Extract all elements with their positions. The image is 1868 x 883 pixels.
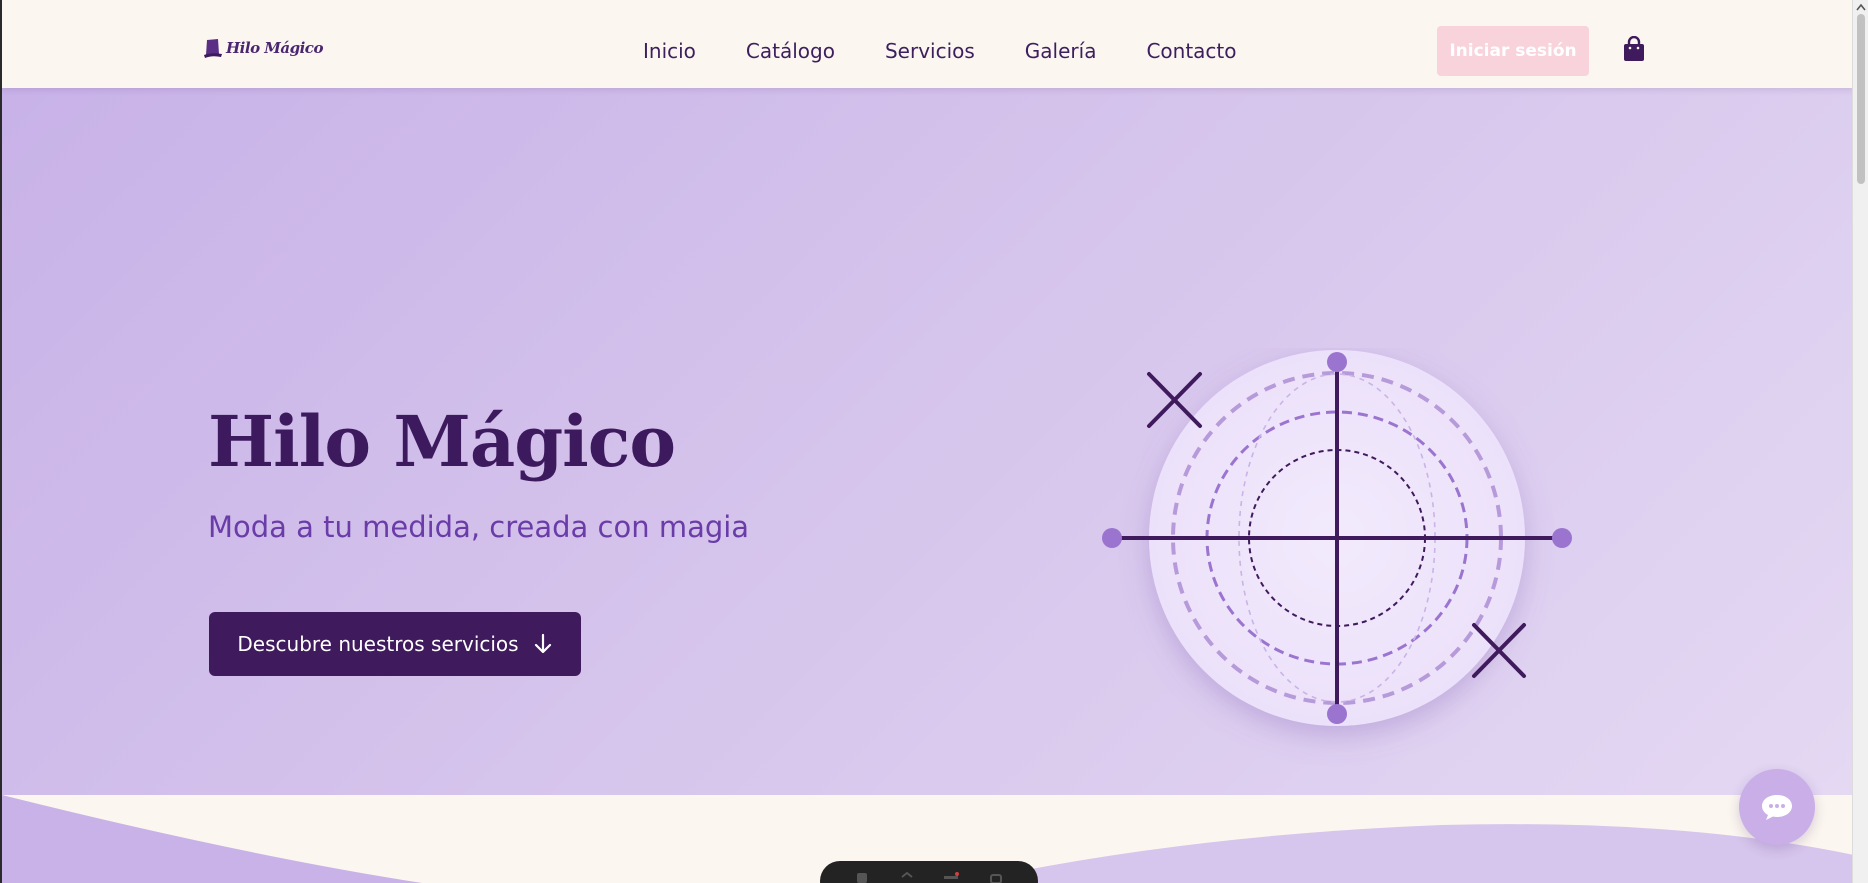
nav-item-catalogo[interactable]: Catálogo (746, 38, 835, 64)
top-hat-icon (204, 39, 222, 58)
page: Hilo Mágico Inicio Catálogo Servicios Ga… (0, 0, 1868, 883)
login-button[interactable]: Iniciar sesión (1437, 26, 1589, 76)
chat-button[interactable] (1739, 769, 1815, 845)
logo-link[interactable]: Hilo Mágico (204, 34, 323, 62)
shopping-bag-icon[interactable] (1622, 36, 1646, 62)
nav-item-contacto[interactable]: Contacto (1146, 38, 1236, 64)
scrollbar-thumb[interactable] (1857, 14, 1865, 184)
site-header: Hilo Mágico Inicio Catálogo Servicios Ga… (2, 0, 1854, 88)
floating-toolbar (820, 861, 1038, 883)
hero-section: Hilo Mágico Moda a tu medida, creada con… (2, 88, 1854, 795)
chat-bubble-icon (1762, 795, 1792, 820)
discover-services-button[interactable]: Descubre nuestros servicios (209, 612, 581, 676)
toolbar-icon[interactable] (988, 871, 1004, 883)
hero-subtitle: Moda a tu medida, creada con magia (208, 510, 750, 544)
hero-title: Hilo Mágico (208, 400, 676, 483)
logo-text: Hilo Mágico (226, 39, 323, 57)
toolbar-icon[interactable] (899, 871, 915, 883)
cta-label: Descubre nuestros servicios (237, 632, 519, 656)
toolbar-icon[interactable] (854, 871, 870, 883)
nav-item-servicios[interactable]: Servicios (885, 38, 975, 64)
nav-item-galeria[interactable]: Galería (1025, 38, 1097, 64)
scroll-up-arrow-icon[interactable] (1856, 3, 1866, 11)
nav-item-inicio[interactable]: Inicio (643, 38, 696, 64)
main-nav: Inicio Catálogo Servicios Galería Contac… (643, 38, 1287, 64)
cross-stitch-icon (1147, 372, 1202, 428)
arrow-down-icon (534, 633, 551, 654)
vertical-scrollbar[interactable] (1852, 0, 1868, 883)
toolbar-icon[interactable] (943, 871, 960, 883)
sewing-target-illustration (1102, 350, 1572, 726)
